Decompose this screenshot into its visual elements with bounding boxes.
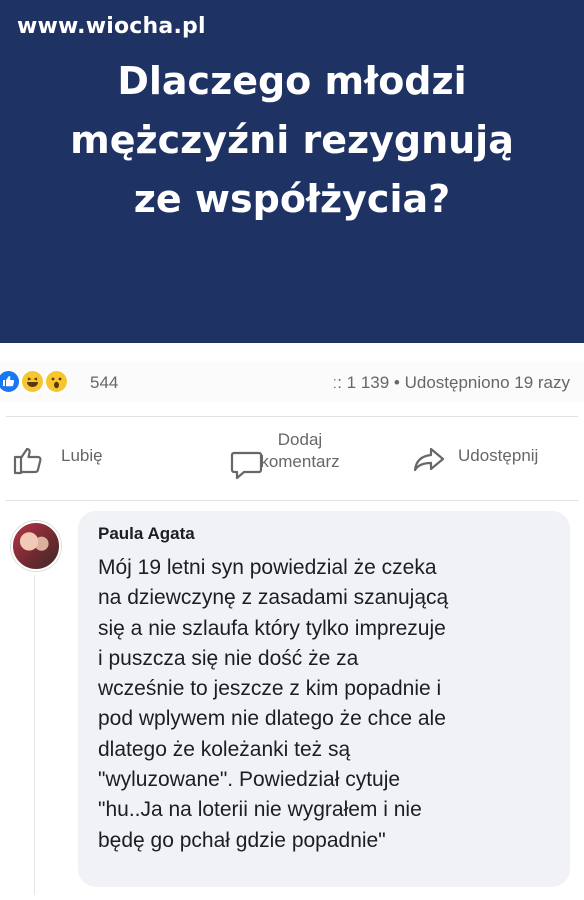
comment-line: "wyluzowane". Powiedział cytuje xyxy=(98,768,401,792)
like-button[interactable]: Lubię xyxy=(12,443,132,483)
comment-line: na dziewczynę z zasadami szanującą xyxy=(98,586,449,610)
headline-line: Dlaczego młodzi xyxy=(117,59,467,103)
divider xyxy=(6,500,578,501)
comment-section: Paula Agata Mój 19 letni syn powiedzial … xyxy=(0,505,584,900)
headline: Dlaczego młodzi mężczyźni rezygnują ze w… xyxy=(0,52,584,229)
reactions-bar: 544 ː: 1 139 • Udostępniono 19 razy xyxy=(0,362,584,402)
comment-line: wcześnie to jeszcze z kim popadnie i xyxy=(98,677,442,701)
reaction-icons[interactable] xyxy=(0,367,80,397)
thread-line xyxy=(34,575,35,895)
divider xyxy=(6,416,578,417)
comment-author[interactable]: Paula Agata xyxy=(98,524,195,544)
comment-bubble: Paula Agata Mój 19 letni syn powiedzial … xyxy=(78,511,570,887)
wow-emoji-icon xyxy=(44,369,69,394)
image-banner: www.wiocha.pl Dlaczego młodzi mężczyźni … xyxy=(0,0,584,343)
reaction-count[interactable]: 544 xyxy=(90,373,118,393)
comment-label-line1: Dodaj xyxy=(277,430,323,449)
comment-line: i puszcza się nie dość że za xyxy=(98,646,359,670)
comment-line: pod wplywem nie dlatego że chce ale xyxy=(98,707,446,731)
share-arrow-icon xyxy=(413,447,445,472)
comment-line: Mój 19 letni syn powiedzial że czeka xyxy=(98,556,437,579)
comment-line: dlatego że koleżanki też są xyxy=(98,737,351,761)
comment-text: Mój 19 letni syn powiedzial że czeka na … xyxy=(98,553,568,856)
avatar[interactable] xyxy=(11,521,61,571)
comment-label: Dodaj komentarz xyxy=(230,429,370,473)
comment-line: będę go pchał gdzie popadnie" xyxy=(98,828,386,852)
comment-label-line2: komentarz xyxy=(260,452,340,471)
action-bar: Lubię Dodaj komentarz Udostępnij xyxy=(0,421,584,499)
like-label: Lubię xyxy=(61,446,103,465)
share-button[interactable]: Udostępnij xyxy=(412,443,572,483)
comment-button[interactable]: Dodaj komentarz xyxy=(230,429,370,489)
comment-line: się a nie szlaufa który tylko imprezuje xyxy=(98,616,446,640)
thumbs-up-icon xyxy=(13,447,42,475)
comments-shares-count[interactable]: ː: 1 139 • Udostępniono 19 razy xyxy=(333,373,571,393)
share-label: Udostępnij xyxy=(458,446,539,465)
headline-line: mężczyźni rezygnują xyxy=(70,118,514,162)
like-icon xyxy=(0,369,21,394)
headline-line: ze współżycia? xyxy=(133,177,451,221)
comment-line: "hu..Ja na loterii nie wygrałem i nie xyxy=(98,798,422,822)
haha-emoji-icon xyxy=(20,369,45,394)
watermark: www.wiocha.pl xyxy=(17,14,206,39)
